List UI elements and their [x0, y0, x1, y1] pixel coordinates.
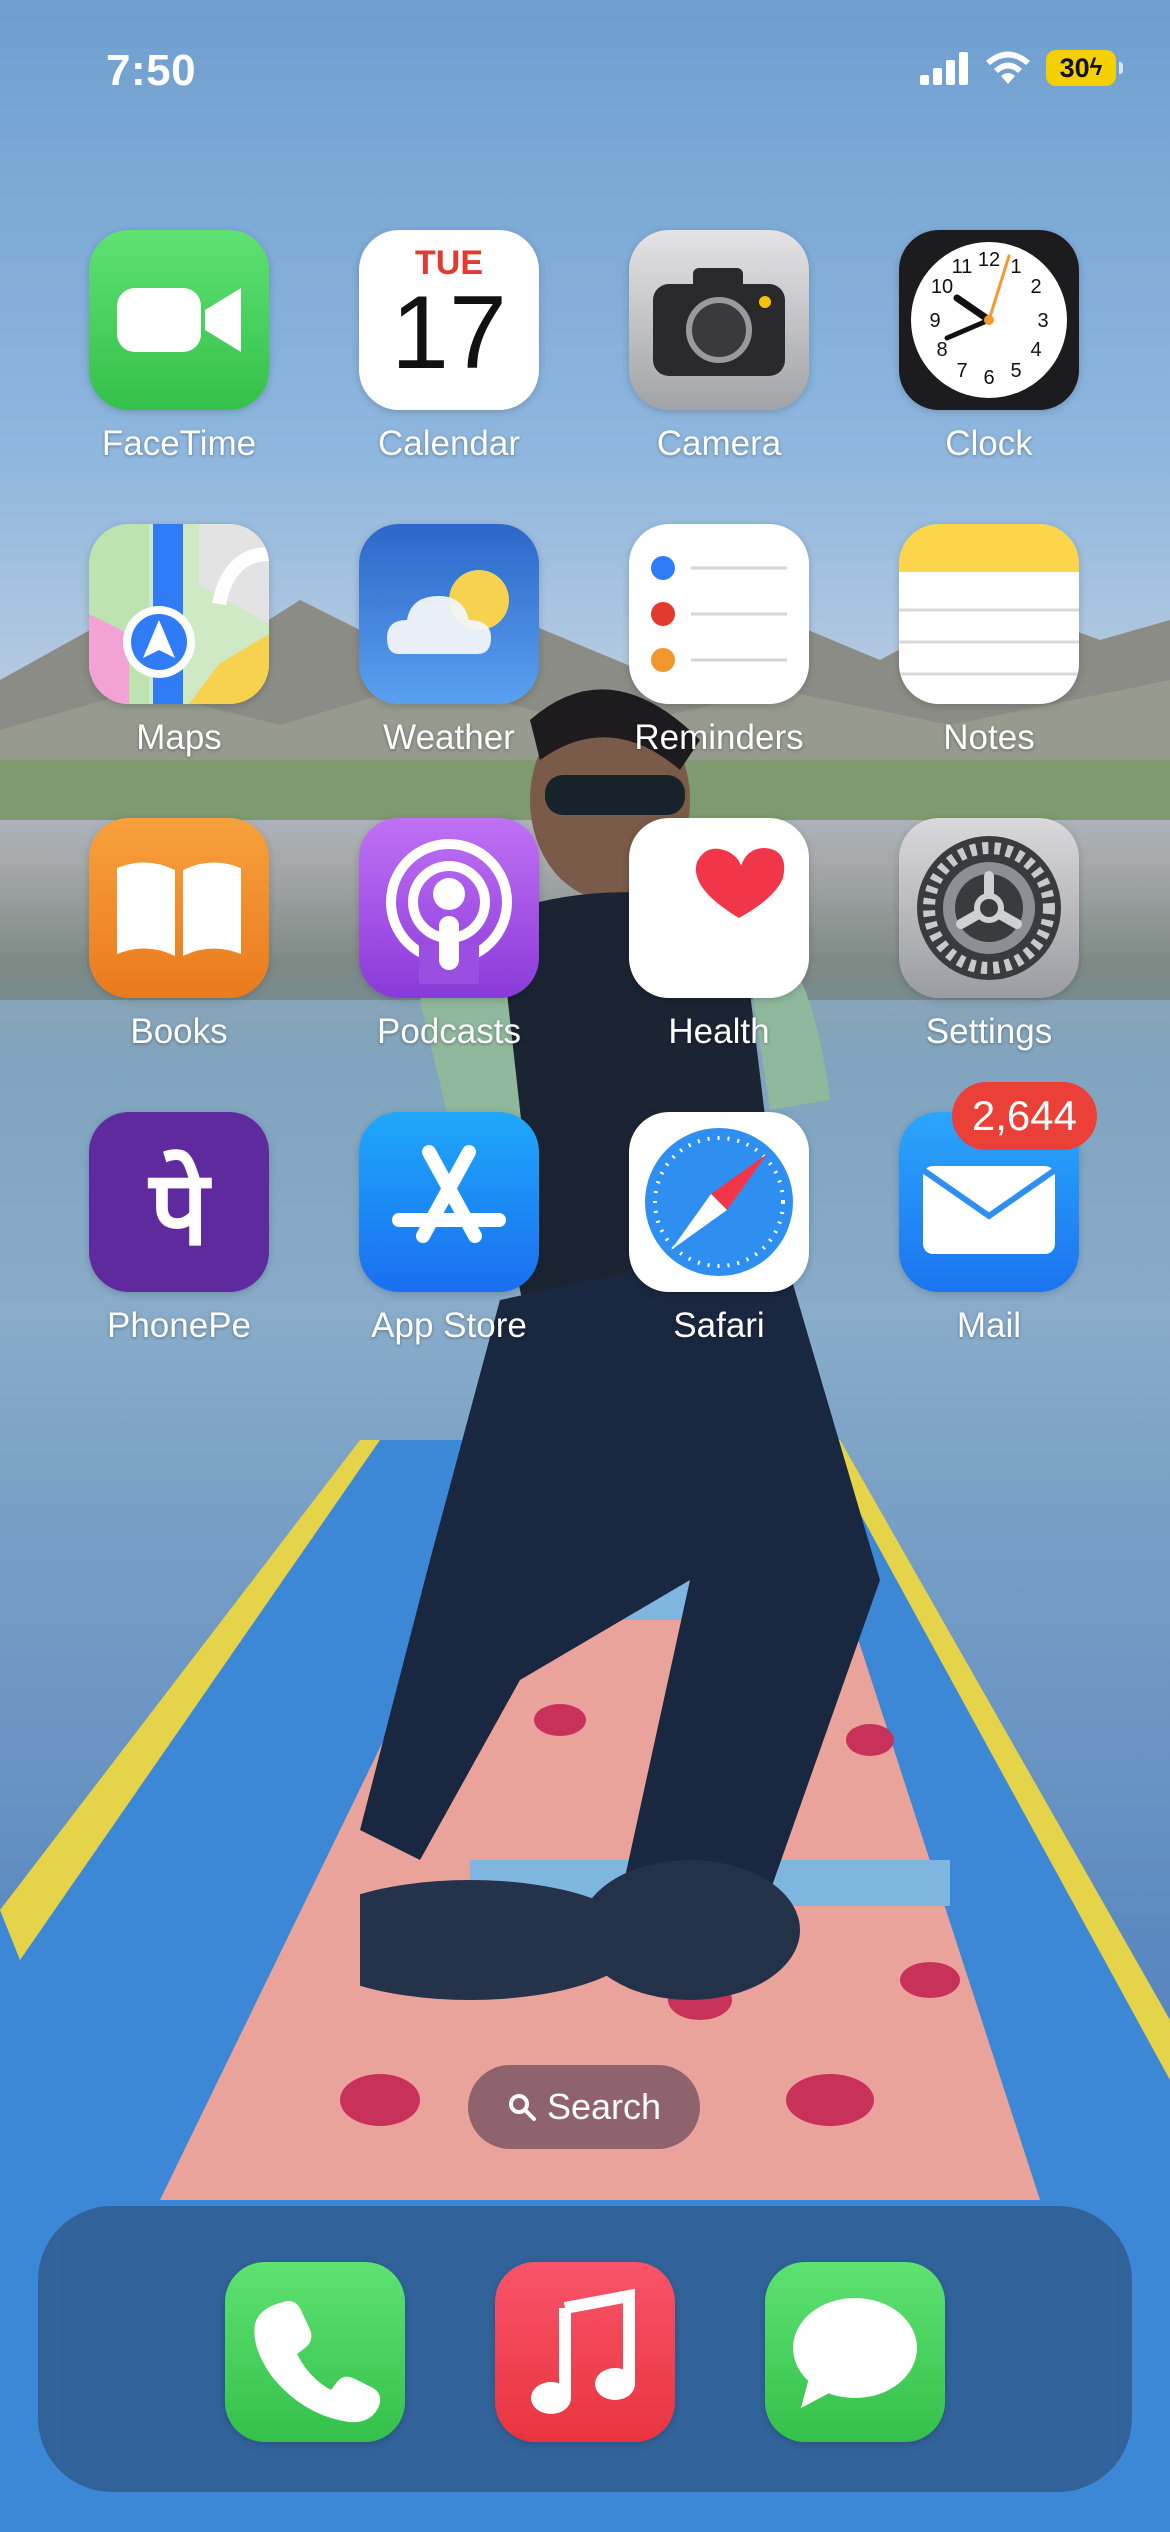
app-label: Clock — [945, 424, 1033, 463]
app-label: Weather — [383, 718, 515, 757]
app-label: FaceTime — [101, 424, 257, 463]
books-icon — [89, 818, 269, 998]
app-label: Camera — [656, 424, 782, 463]
app-settings[interactable]: Settings — [899, 818, 1079, 1068]
app-label: Settings — [925, 1012, 1053, 1051]
app-maps[interactable]: Maps — [89, 524, 269, 774]
app-weather[interactable]: Weather — [359, 524, 539, 774]
battery-icon: 30 ϟ — [1046, 50, 1123, 86]
app-store-icon — [359, 1112, 539, 1292]
settings-icon — [899, 818, 1079, 998]
phone-icon — [225, 2262, 405, 2442]
spotlight-search-button[interactable]: Search — [468, 2065, 700, 2149]
clock-numeral: 2 — [1030, 276, 1041, 298]
clock-numeral: 4 — [1030, 339, 1041, 361]
app-label: Podcasts — [377, 1012, 521, 1051]
safari-icon — [629, 1112, 809, 1292]
status-indicators: 30 ϟ — [920, 50, 1123, 86]
health-icon — [629, 818, 809, 998]
maps-icon — [89, 524, 269, 704]
app-calendar[interactable]: TUE 17 Calendar — [359, 230, 539, 480]
app-label: Notes — [943, 718, 1035, 757]
clock-numeral: 8 — [936, 339, 947, 361]
app-mail[interactable]: 2,644 Mail — [899, 1082, 1097, 1362]
clock-numeral: 1 — [1010, 256, 1021, 278]
app-clock[interactable]: 12 1 2 3 4 5 6 7 8 9 10 11 Clock — [899, 230, 1079, 480]
app-app-store[interactable]: App Store — [359, 1112, 539, 1362]
reminders-icon — [629, 524, 809, 704]
phonepe-glyph: पे — [149, 1147, 209, 1269]
app-label: PhonePe — [106, 1306, 252, 1345]
battery-level: 30 — [1059, 52, 1090, 83]
camera-icon — [629, 230, 809, 410]
status-time: 7:50 — [106, 46, 197, 95]
clock-numeral: 10 — [931, 276, 953, 298]
app-label: Calendar — [377, 424, 521, 463]
search-label: Search — [546, 2086, 662, 2127]
mail-unread-badge: 2,644 — [951, 1082, 1097, 1150]
app-label: Mail — [956, 1306, 1022, 1345]
clock-icon: 12 1 2 3 4 5 6 7 8 9 10 11 — [899, 230, 1079, 410]
app-label: Maps — [136, 718, 222, 757]
facetime-icon — [89, 230, 269, 410]
app-label: Safari — [673, 1306, 765, 1345]
app-podcasts[interactable]: Podcasts — [359, 818, 539, 1068]
app-health[interactable]: Health — [629, 818, 809, 1068]
clock-numeral: 9 — [929, 310, 940, 332]
app-label: App Store — [371, 1306, 527, 1345]
notes-icon — [899, 524, 1079, 704]
calendar-day: 17 — [391, 275, 507, 391]
weather-icon — [359, 524, 539, 704]
podcasts-icon — [359, 818, 539, 998]
app-safari[interactable]: Safari — [629, 1112, 809, 1362]
clock-numeral: 11 — [952, 256, 973, 278]
clock-numeral: 6 — [983, 367, 994, 389]
dock-app-music[interactable] — [495, 2262, 675, 2442]
app-reminders[interactable]: Reminders — [629, 524, 809, 774]
calendar-icon: TUE 17 — [359, 230, 539, 410]
home-screen: 7:50 30 ϟ FaceTime TUE 17 Calendar Camer… — [0, 0, 1170, 2532]
wifi-icon — [986, 51, 1030, 84]
app-facetime[interactable]: FaceTime — [89, 230, 269, 480]
clock-numeral: 3 — [1037, 310, 1048, 332]
app-label: Reminders — [634, 718, 804, 757]
app-notes[interactable]: Notes — [899, 524, 1079, 774]
messages-icon — [765, 2262, 945, 2442]
dock-app-phone[interactable] — [225, 2262, 405, 2442]
clock-numeral: 7 — [956, 360, 967, 382]
app-label: Health — [668, 1012, 770, 1051]
app-camera[interactable]: Camera — [629, 230, 809, 480]
music-icon — [495, 2262, 675, 2442]
phonepe-icon: पे — [89, 1112, 269, 1292]
app-label: Books — [130, 1012, 228, 1051]
search-icon — [508, 2094, 536, 2121]
dock-app-messages[interactable] — [765, 2262, 945, 2442]
app-books[interactable]: Books — [89, 818, 269, 1068]
cellular-signal-icon — [920, 52, 968, 85]
clock-numeral: 12 — [978, 249, 1000, 271]
app-phonepe[interactable]: पे PhonePe — [89, 1112, 269, 1362]
clock-numeral: 5 — [1010, 360, 1021, 382]
